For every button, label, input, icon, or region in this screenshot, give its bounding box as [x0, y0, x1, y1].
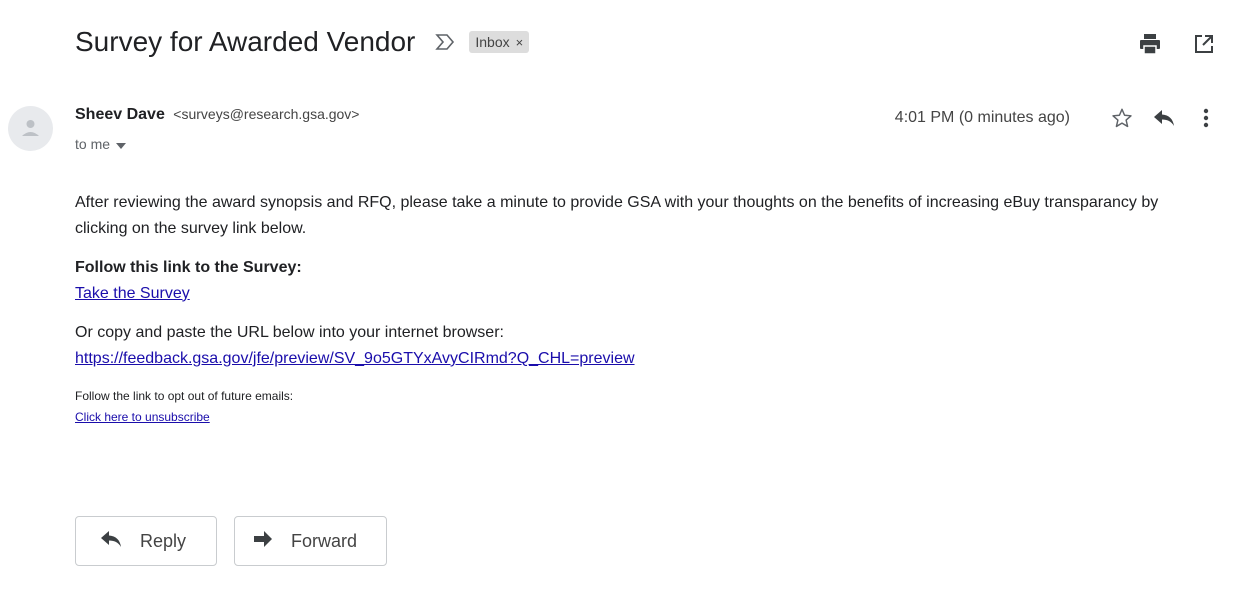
subject-row: Survey for Awarded Vendor Inbox × — [75, 22, 530, 62]
opt-out-text: Follow the link to opt out of future ema… — [75, 388, 294, 403]
star-icon[interactable] — [1108, 104, 1136, 132]
importance-marker-icon[interactable] — [435, 31, 457, 53]
inbox-label-chip[interactable]: Inbox × — [469, 31, 530, 53]
unsubscribe-link[interactable]: Click here to unsubscribe — [75, 410, 210, 424]
timestamp: 4:01 PM (0 minutes ago) — [894, 109, 1070, 126]
reply-icon[interactable] — [1150, 104, 1178, 132]
forward-button[interactable]: Forward — [234, 516, 387, 566]
reply-icon — [100, 530, 122, 553]
remove-label-icon[interactable]: × — [516, 35, 524, 50]
url-section: Or copy and paste the URL below into you… — [75, 320, 1195, 371]
avatar-person-icon — [8, 106, 53, 151]
follow-heading: Follow this link to the Survey: — [75, 259, 302, 277]
reply-label: Reply — [140, 530, 187, 551]
message-meta: 4:01 PM (0 minutes ago) — [895, 104, 1220, 132]
reply-forward-actions: Reply Forward — [75, 516, 387, 566]
forward-icon — [253, 530, 273, 553]
opt-out-section: Follow the link to opt out of future ema… — [75, 386, 1195, 429]
top-actions — [1138, 32, 1216, 56]
sender-email: <surveys@research.gsa.gov> — [173, 106, 360, 122]
copy-instructions: Or copy and paste the URL below into you… — [75, 324, 504, 342]
open-in-new-window-icon[interactable] — [1192, 32, 1216, 56]
print-icon[interactable] — [1138, 32, 1162, 56]
survey-url-link[interactable]: https://feedback.gsa.gov/jfe/preview/SV_… — [75, 350, 635, 367]
inbox-label-text: Inbox — [475, 34, 510, 50]
email-body: After reviewing the award synopsis and R… — [75, 190, 1195, 443]
more-vert-icon[interactable] — [1192, 104, 1220, 132]
sender-name[interactable]: Sheev Dave — [75, 106, 165, 123]
forward-label: Forward — [291, 530, 358, 551]
sender-row: Sheev Dave <surveys@research.gsa.gov> — [75, 106, 360, 124]
recipient-row[interactable]: to me — [75, 136, 127, 152]
body-paragraph: After reviewing the award synopsis and R… — [75, 194, 1159, 237]
survey-link[interactable]: Take the Survey — [75, 285, 190, 302]
recipient-text: to me — [75, 136, 111, 152]
email-subject: Survey for Awarded Vendor — [75, 26, 416, 57]
caret-down-icon[interactable] — [116, 136, 127, 152]
survey-section: Follow this link to the Survey: Take the… — [75, 255, 1195, 306]
reply-button[interactable]: Reply — [75, 516, 217, 566]
